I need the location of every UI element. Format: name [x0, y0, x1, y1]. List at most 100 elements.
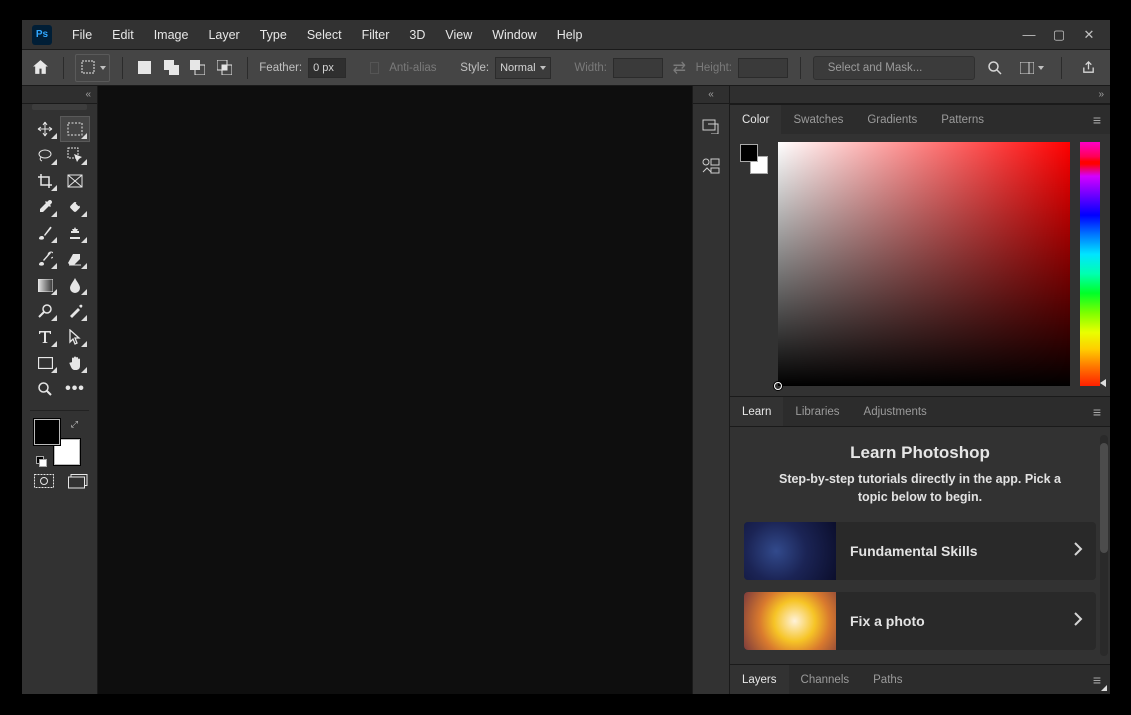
share-icon[interactable]: [1074, 54, 1102, 82]
selection-new-icon[interactable]: [134, 54, 155, 82]
move-tool[interactable]: [30, 116, 60, 142]
learn-card-thumb: [744, 522, 836, 580]
history-brush-tool[interactable]: [30, 246, 60, 272]
hand-tool[interactable]: [60, 350, 90, 376]
menu-layer[interactable]: Layer: [198, 20, 249, 50]
tools-panel: «: [22, 86, 98, 694]
color-panel: [730, 134, 1110, 396]
saturation-cursor[interactable]: [774, 382, 782, 390]
quick-selection-tool[interactable]: [60, 142, 90, 168]
menu-select[interactable]: Select: [297, 20, 352, 50]
foreground-background-swatches[interactable]: ⤢: [34, 419, 80, 465]
saturation-field[interactable]: [778, 142, 1070, 386]
learn-card-title: Fundamental Skills: [836, 543, 1060, 559]
menu-bar: Ps File Edit Image Layer Type Select Fil…: [22, 20, 1110, 50]
learn-card-thumb: [744, 592, 836, 650]
swap-dimensions-icon: ⇄: [669, 54, 690, 82]
tab-layers[interactable]: Layers: [730, 665, 789, 694]
width-input: [613, 58, 663, 78]
menu-file[interactable]: File: [62, 20, 102, 50]
blur-tool[interactable]: [60, 272, 90, 298]
workspace-switcher[interactable]: [1015, 54, 1049, 82]
style-select[interactable]: Normal: [495, 57, 551, 79]
learn-card-title: Fix a photo: [836, 613, 1060, 629]
swap-colors-icon[interactable]: ⤢: [71, 419, 78, 430]
home-button[interactable]: [30, 54, 51, 82]
rectangular-marquee-tool[interactable]: [60, 116, 90, 142]
color-panel-swatches[interactable]: [740, 144, 768, 174]
search-icon[interactable]: [981, 54, 1009, 82]
lasso-tool[interactable]: [30, 142, 60, 168]
menu-window[interactable]: Window: [482, 20, 546, 50]
collapsed-panel-strip: «: [692, 86, 730, 694]
collapse-right-icon[interactable]: »: [1098, 89, 1104, 100]
window-close-icon[interactable]: ✕: [1082, 27, 1096, 43]
collapse-strip-icon[interactable]: «: [708, 89, 714, 100]
learn-card-fundamental[interactable]: Fundamental Skills: [744, 522, 1096, 580]
right-panel-group: » Color Swatches Gradients Patterns ≡: [730, 86, 1110, 694]
brush-tool[interactable]: [30, 220, 60, 246]
learn-panel-menu-icon[interactable]: ≡: [1084, 397, 1110, 426]
menu-image[interactable]: Image: [144, 20, 199, 50]
learn-scrollbar[interactable]: [1100, 435, 1108, 656]
tab-swatches[interactable]: Swatches: [781, 105, 855, 134]
spot-healing-tool[interactable]: [60, 194, 90, 220]
tab-patterns[interactable]: Patterns: [929, 105, 996, 134]
options-bar: Feather: Anti-alias Style: Normal Width:…: [22, 50, 1110, 86]
hue-cursor[interactable]: [1100, 379, 1106, 387]
window-minimize-icon[interactable]: —: [1022, 27, 1036, 43]
window-maximize-icon[interactable]: ▢: [1052, 27, 1066, 43]
tab-color[interactable]: Color: [730, 105, 781, 134]
height-label: Height:: [696, 62, 732, 74]
dodge-tool[interactable]: [30, 298, 60, 324]
pen-tool[interactable]: [60, 298, 90, 324]
learn-subtitle: Step-by-step tutorials directly in the a…: [766, 471, 1074, 506]
crop-tool[interactable]: [30, 168, 60, 194]
learn-card-fix-photo[interactable]: Fix a photo: [744, 592, 1096, 650]
edit-toolbar[interactable]: •••: [60, 376, 90, 402]
tool-preset-picker[interactable]: [75, 54, 109, 82]
selection-intersect-icon[interactable]: [214, 54, 235, 82]
frame-tool[interactable]: [60, 168, 90, 194]
eraser-tool[interactable]: [60, 246, 90, 272]
tab-channels[interactable]: Channels: [789, 665, 862, 694]
hue-slider[interactable]: [1080, 142, 1100, 386]
tab-learn[interactable]: Learn: [730, 397, 783, 426]
chevron-right-icon: [1060, 541, 1096, 562]
selection-subtract-icon[interactable]: [187, 54, 208, 82]
color-panel-tabs: Color Swatches Gradients Patterns ≡: [730, 104, 1110, 134]
gradient-tool[interactable]: [30, 272, 60, 298]
menu-3d[interactable]: 3D: [399, 20, 435, 50]
path-selection-tool[interactable]: [60, 324, 90, 350]
color-panel-fg-swatch[interactable]: [740, 144, 758, 162]
screen-mode-icon[interactable]: [68, 473, 88, 489]
tab-libraries[interactable]: Libraries: [783, 397, 851, 426]
quick-mask-icon[interactable]: [34, 473, 54, 489]
foreground-color-swatch[interactable]: [34, 419, 60, 445]
clone-stamp-tool[interactable]: [60, 220, 90, 246]
default-colors-icon[interactable]: [36, 456, 45, 465]
selection-add-icon[interactable]: [161, 54, 182, 82]
canvas[interactable]: [98, 86, 692, 694]
type-tool[interactable]: [30, 324, 60, 350]
menu-edit[interactable]: Edit: [102, 20, 144, 50]
learn-panel: Learn Photoshop Step-by-step tutorials d…: [730, 426, 1110, 664]
feather-input[interactable]: [308, 58, 346, 78]
select-and-mask-button[interactable]: Select and Mask...: [813, 56, 975, 80]
tab-paths[interactable]: Paths: [861, 665, 914, 694]
menu-view[interactable]: View: [435, 20, 482, 50]
height-input: [738, 58, 788, 78]
history-panel-icon[interactable]: [693, 108, 729, 144]
eyedropper-tool[interactable]: [30, 194, 60, 220]
menu-filter[interactable]: Filter: [352, 20, 400, 50]
layers-panel-tabs: Layers Channels Paths ≡: [730, 664, 1110, 694]
collapse-left-icon[interactable]: «: [85, 89, 91, 100]
tab-adjustments[interactable]: Adjustments: [852, 397, 939, 426]
menu-help[interactable]: Help: [547, 20, 593, 50]
tab-gradients[interactable]: Gradients: [855, 105, 929, 134]
rectangle-tool[interactable]: [30, 350, 60, 376]
zoom-tool[interactable]: [30, 376, 60, 402]
menu-type[interactable]: Type: [250, 20, 297, 50]
color-panel-menu-icon[interactable]: ≡: [1084, 105, 1110, 134]
properties-panel-icon[interactable]: [693, 148, 729, 184]
